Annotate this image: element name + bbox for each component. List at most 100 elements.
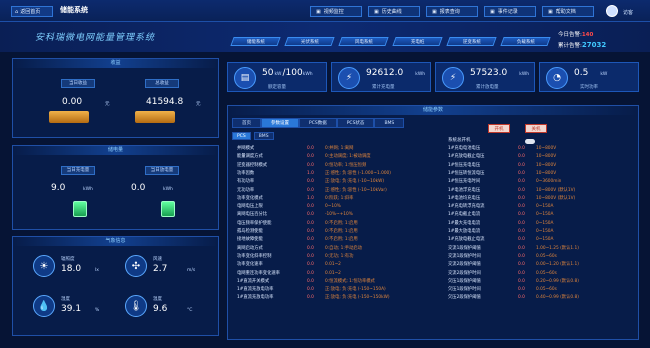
header-button[interactable]: ▣ 帮助文档 xyxy=(542,6,594,17)
nav-tab[interactable]: 光伏系统 xyxy=(284,37,335,46)
param-value[interactable]: 0.0 xyxy=(518,145,525,152)
stat-value-main: 57523.0 xyxy=(470,68,508,78)
param-value[interactable]: 0.0 xyxy=(518,211,525,218)
param-tab[interactable]: PCS状态 xyxy=(336,118,375,128)
param-value[interactable]: 0.0 xyxy=(307,220,314,227)
param-value[interactable]: 0.0 xyxy=(518,286,525,293)
stat-value: 0.5 kW xyxy=(574,68,607,78)
param-range: 0:无功; 1:有功 xyxy=(325,253,354,259)
param-value[interactable]: 0.0 xyxy=(518,178,525,185)
param-value[interactable]: 0.0 xyxy=(518,162,525,169)
param-label: 欠压1段保护阈值 xyxy=(448,278,481,284)
param-value[interactable]: 0.0 xyxy=(518,253,525,260)
param-value[interactable]: 0.0 xyxy=(518,278,525,285)
param-value[interactable]: 0.0 xyxy=(518,220,525,227)
param-value[interactable]: 0.0 xyxy=(518,261,525,268)
stat-card: ▤ 50kW/100kWh 额定容量 xyxy=(227,62,327,92)
param-value[interactable]: 0.0 xyxy=(518,203,525,210)
revenue-coin-icon xyxy=(135,111,175,123)
param-value[interactable]: 0.0 xyxy=(518,294,525,301)
nav-tab[interactable]: 逆变系统 xyxy=(446,37,497,46)
param-value[interactable]: 0.0 xyxy=(307,153,314,160)
weather-value: 18.0 xyxy=(61,264,82,274)
param-range: 0~150A xyxy=(536,220,554,226)
help-icon: ▣ xyxy=(548,8,553,15)
header-button[interactable]: ▣ 历史曲线 xyxy=(368,6,420,17)
panel-title: 储电量 xyxy=(13,146,218,155)
param-label: 无功功率 xyxy=(237,187,255,193)
param-tab[interactable]: BMS xyxy=(374,118,405,128)
param-label: 功率变化速率 xyxy=(237,262,263,268)
param-label: 交流2段保护时间 xyxy=(448,270,481,276)
header-button[interactable]: ▣ 视频监控 xyxy=(310,6,362,17)
stat-value-main: 50 xyxy=(262,68,274,78)
param-label: 离网启动方式 xyxy=(237,245,263,251)
weather-unit: m/s xyxy=(187,268,196,273)
sun-icon: ☀ xyxy=(33,255,55,277)
stat-unit: kWh xyxy=(415,72,426,77)
system-onoff-label: 系统总开机 xyxy=(448,138,471,143)
param-value[interactable]: 0.0 xyxy=(307,261,314,268)
param-value[interactable]: 0.0 xyxy=(307,211,314,218)
param-label: 1#恒压充电时间 xyxy=(448,179,481,185)
nav-tab-label: 充电桩 xyxy=(410,39,425,45)
discharge-label: 当日放电量 xyxy=(145,166,179,175)
param-value[interactable]: 0.0 xyxy=(307,203,314,210)
param-subtab[interactable]: PCS xyxy=(232,132,251,140)
param-value[interactable]: 0.0 xyxy=(307,253,314,260)
param-range: 0.01~2 xyxy=(325,270,341,276)
nav-tab-label: 风电系统 xyxy=(354,39,373,45)
header-button-label: 事件记录 xyxy=(497,9,518,15)
nav-tab-label: 逆变系统 xyxy=(462,39,481,45)
param-range: 0~150A xyxy=(536,237,554,243)
param-value[interactable]: 0.0 xyxy=(307,187,314,194)
param-value[interactable]: 0.0 xyxy=(307,270,314,277)
param-range: 0.01~2 xyxy=(325,262,341,268)
param-value[interactable]: 0.0 xyxy=(518,153,525,160)
param-value[interactable]: 0.0 xyxy=(518,270,525,277)
stat-unit: kWh xyxy=(519,72,530,77)
param-label: 离网电压百分比 xyxy=(237,212,268,218)
param-value[interactable]: 0.0 xyxy=(307,162,314,169)
param-value[interactable]: 0.0 xyxy=(307,178,314,185)
power-off-button[interactable]: 关机 xyxy=(525,124,547,133)
param-value[interactable]: 0.0 xyxy=(518,187,525,194)
discharge-value: 0.0 xyxy=(131,183,146,193)
param-tab[interactable]: 参数设置 xyxy=(261,118,299,128)
param-value[interactable]: 0.0 xyxy=(518,170,525,177)
param-value[interactable]: 0.0 xyxy=(518,228,525,235)
param-value[interactable]: 1.0 xyxy=(307,195,314,202)
header-button[interactable]: ▣ 事件记录 xyxy=(484,6,536,17)
nav-tab[interactable]: 风电系统 xyxy=(338,37,389,46)
param-value[interactable]: 0.0 xyxy=(307,286,314,293)
param-tab[interactable]: 首页 xyxy=(232,118,261,128)
param-value[interactable]: 1.0 xyxy=(307,170,314,177)
param-value[interactable]: 0.0 xyxy=(307,145,314,152)
param-value[interactable]: 0.0 xyxy=(307,278,314,285)
param-label: 逆变器控制模式 xyxy=(237,162,268,168)
param-range: 0:自动; 1:手动启动 xyxy=(325,245,362,251)
param-range: 0:主动调度; 1:被动调度 xyxy=(325,154,371,160)
param-value[interactable]: 0.0 xyxy=(307,236,314,243)
header-button[interactable]: ▣ 报表查询 xyxy=(426,6,478,17)
user-avatar[interactable] xyxy=(606,5,618,17)
param-value[interactable]: 0.0 xyxy=(307,294,314,301)
param-value[interactable]: 0.0 xyxy=(307,228,314,235)
nav-tab[interactable]: 储能系统 xyxy=(230,37,281,46)
param-value[interactable]: 0.0 xyxy=(518,245,525,252)
param-value[interactable]: 0.0 xyxy=(518,195,525,202)
back-home-button[interactable]: ⌂ 返回首页 xyxy=(11,6,53,17)
power-on-button[interactable]: 开机 xyxy=(488,124,510,133)
param-tab[interactable]: PCS数据 xyxy=(299,118,337,128)
weather-value: 2.7 xyxy=(153,264,168,274)
nav-tab[interactable]: 充电桩 xyxy=(392,37,443,46)
panel-title: 气象信息 xyxy=(13,237,218,246)
param-value[interactable]: 0.0 xyxy=(518,236,525,243)
param-value[interactable]: 0.0 xyxy=(307,245,314,252)
param-range: 1.00~1.25 (默认1.1) xyxy=(536,245,579,251)
param-subtab[interactable]: BMS xyxy=(253,132,274,140)
nav-tab[interactable]: 负载系统 xyxy=(500,37,551,46)
system-onoff-toggle[interactable] xyxy=(525,139,535,144)
weather-label: 风速 xyxy=(153,257,162,262)
param-label: 电网电压上限 xyxy=(237,204,263,210)
